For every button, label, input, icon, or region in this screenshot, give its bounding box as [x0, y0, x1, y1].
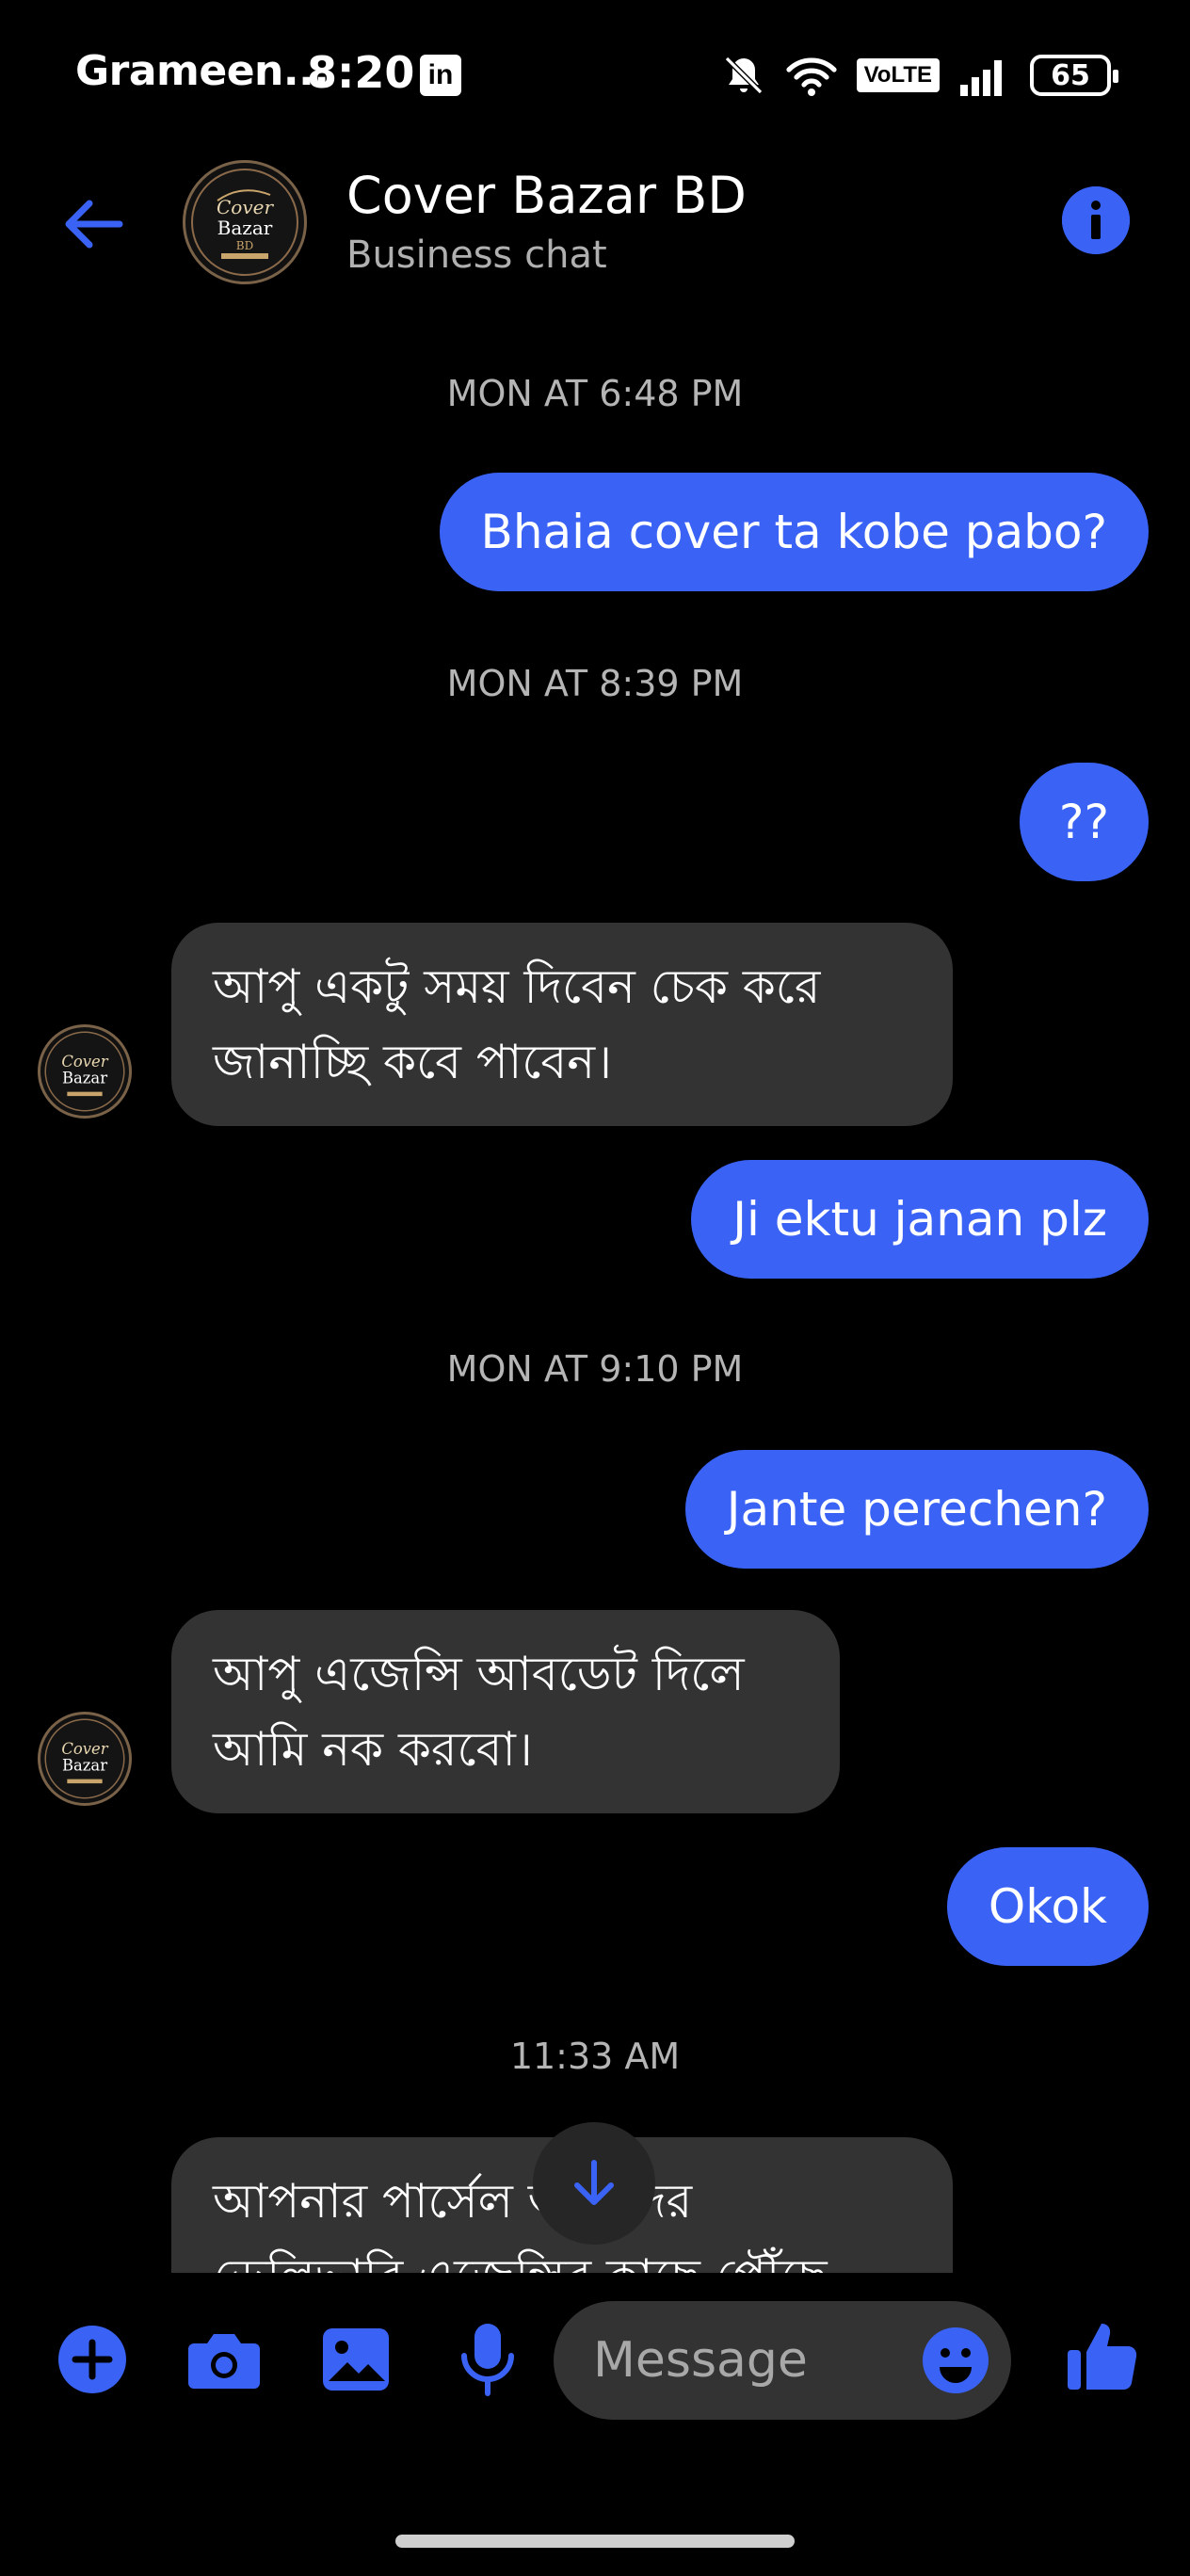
- add-button[interactable]: [53, 2320, 132, 2399]
- timestamp: MON AT 6:48 PM: [446, 373, 744, 414]
- voice-button[interactable]: [448, 2320, 527, 2399]
- composer-bar: Message: [0, 2282, 1190, 2433]
- plus-circle-icon: [58, 2326, 126, 2393]
- battery-level: 65: [1051, 58, 1090, 92]
- contact-name: Cover Bazar BD: [346, 166, 747, 225]
- bell-muted-icon: [724, 56, 763, 95]
- arrow-left-icon: [65, 200, 123, 249]
- info-icon: [1062, 186, 1130, 254]
- outgoing-message[interactable]: Okok: [946, 1847, 1149, 1966]
- message-line: আপু এজেন্সি আবডেট দিলে: [213, 1647, 745, 1701]
- carrier-name: Grameen...: [75, 47, 330, 95]
- message-line: আমি নক করবো।: [213, 1722, 533, 1777]
- emoji-button[interactable]: [921, 2326, 990, 2395]
- incoming-message[interactable]: আপু একটু সময় দিবেন চেক করে জানাচ্ছি কবে…: [171, 923, 953, 1126]
- outgoing-message[interactable]: Ji ektu janan plz: [691, 1160, 1149, 1279]
- cover-bazar-logo: Cover Bazar: [44, 1718, 125, 1799]
- outgoing-message[interactable]: Bhaia cover ta kobe pabo?: [439, 473, 1149, 591]
- scroll-to-bottom-button[interactable]: [533, 2122, 655, 2245]
- status-time: 8:20: [307, 47, 415, 98]
- camera-button[interactable]: [185, 2320, 264, 2399]
- status-icons: VoLTE 65: [721, 49, 1118, 102]
- info-button[interactable]: [1062, 186, 1130, 254]
- logo-text-1: Cover: [61, 1053, 108, 1071]
- signal-icon: [960, 60, 1002, 96]
- linkedin-notification-icon: in: [420, 55, 461, 96]
- logo-text-1: Cover: [61, 1740, 108, 1758]
- like-button[interactable]: [1064, 2316, 1143, 2395]
- logo-text-3: BD: [236, 239, 253, 252]
- timestamp: 11:33 AM: [509, 2036, 681, 2077]
- cover-bazar-logo: Cover Bazar BD: [191, 169, 298, 276]
- contact-subtitle: Business chat: [346, 233, 607, 277]
- microphone-icon: [461, 2324, 514, 2396]
- contact-avatar[interactable]: Cover Bazar BD: [183, 160, 307, 284]
- logo-text-2: Bazar: [62, 1757, 107, 1775]
- wifi-icon: [785, 57, 837, 96]
- outgoing-message[interactable]: ??: [1019, 763, 1149, 881]
- logo-text-2: Bazar: [62, 1070, 107, 1087]
- timestamp: MON AT 9:10 PM: [446, 1348, 744, 1390]
- message-line: ডেলিভারি এজেন্সির কাছে পৌঁছে: [213, 2239, 911, 2273]
- message-list[interactable]: MON AT 6:48 PM Bhaia cover ta kobe pabo?…: [0, 311, 1190, 2273]
- home-indicator[interactable]: [395, 2535, 795, 2548]
- smiley-icon: [923, 2327, 989, 2393]
- sender-avatar[interactable]: Cover Bazar: [38, 1712, 132, 1806]
- gallery-button[interactable]: [316, 2320, 395, 2399]
- incoming-message[interactable]: আপু এজেন্সি আবডেট দিলে আমি নক করবো।: [171, 1610, 840, 1813]
- cover-bazar-logo: Cover Bazar: [44, 1031, 125, 1112]
- camera-icon: [188, 2334, 260, 2389]
- message-line: আপু একটু সময় দিবেন চেক করে: [213, 959, 821, 1014]
- logo-text-1: Cover: [217, 196, 274, 218]
- logo-text-2: Bazar: [217, 217, 273, 239]
- timestamp: MON AT 8:39 PM: [446, 663, 744, 704]
- message-line: জানাচ্ছি কবে পাবেন।: [213, 1035, 612, 1089]
- chat-header: Cover Bazar BD Cover Bazar BD Business c…: [0, 151, 1190, 292]
- status-bar: Grameen... 8:20 in VoLTE 65: [0, 0, 1190, 151]
- back-button[interactable]: [56, 188, 128, 260]
- message-placeholder: Message: [593, 2332, 808, 2389]
- image-icon: [323, 2328, 389, 2391]
- arrow-down-icon: [574, 2160, 614, 2205]
- message-input[interactable]: Message: [554, 2301, 1011, 2420]
- outgoing-message[interactable]: Jante perechen?: [684, 1450, 1149, 1569]
- sender-avatar[interactable]: Cover Bazar: [38, 1024, 132, 1119]
- battery-icon: 65: [1030, 55, 1118, 96]
- volte-indicator: VoLTE: [856, 58, 940, 92]
- thumbs-up-icon: [1068, 2324, 1137, 2390]
